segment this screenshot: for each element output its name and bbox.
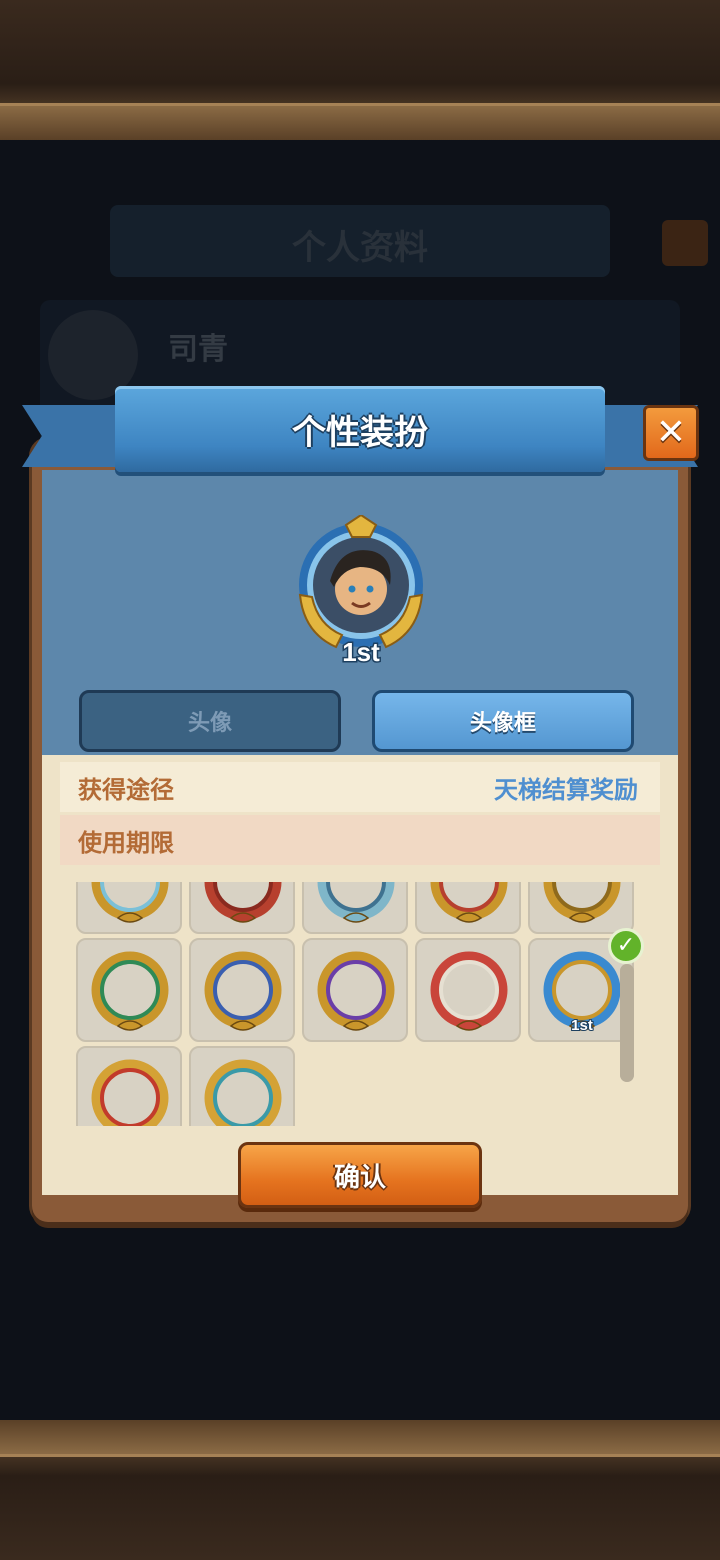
crown-icon	[344, 515, 378, 538]
background-title: 个人资料	[292, 228, 428, 268]
frame-ring-icon	[91, 882, 169, 923]
frame-item-frame-winged-gold[interactable]	[76, 882, 182, 934]
frame-item-frame-purple[interactable]	[302, 938, 408, 1042]
frame-badge-text: 1st	[571, 1017, 593, 1034]
background-close-icon	[662, 220, 708, 266]
frame-ring-icon	[430, 882, 508, 923]
dialog-title: 个性装扮	[292, 413, 428, 453]
selected-check-icon: ✓	[608, 928, 644, 964]
frame-item-frame-gold-plain[interactable]	[528, 882, 634, 934]
expire-label: 使用期限	[78, 828, 174, 857]
close-icon: ✕	[655, 412, 687, 453]
source-label: 获得途径	[78, 775, 174, 804]
background-player-name: 司青	[168, 332, 228, 367]
frame-ring-icon	[430, 951, 508, 1031]
confirm-button[interactable]: 确认	[238, 1142, 482, 1208]
frame-item-frame-ice[interactable]	[302, 882, 408, 934]
frame-grid[interactable]: 1st	[74, 882, 634, 1126]
frame-ring-icon	[317, 951, 395, 1031]
frame-item-frame-dragon[interactable]	[189, 1046, 295, 1126]
frame-ring-icon	[204, 951, 282, 1031]
frame-item-frame-red[interactable]	[189, 882, 295, 934]
frame-ring-icon	[543, 882, 621, 923]
avatar-preview: 1st	[298, 515, 424, 667]
source-row: 获得途径 天梯结算奖励	[60, 762, 660, 812]
frame-item-frame-blue[interactable]	[189, 938, 295, 1042]
wood-frame-bottom	[0, 1420, 720, 1560]
frame-ring-icon	[91, 951, 169, 1031]
close-button[interactable]: ✕	[643, 405, 699, 461]
rank-badge: 1st	[342, 637, 380, 667]
frame-ring-icon	[317, 882, 395, 923]
scrollbar-thumb[interactable]	[620, 964, 634, 1082]
tab-avatar-frame[interactable]: 头像框	[372, 690, 634, 752]
frame-item-frame-horned[interactable]	[415, 938, 521, 1042]
frame-ring-icon	[91, 1059, 169, 1126]
expire-row: 使用期限	[60, 815, 660, 865]
confirm-label: 确认	[333, 1162, 386, 1193]
tab-avatar-frame-label: 头像框	[469, 711, 536, 736]
frame-ring-icon	[204, 1059, 282, 1126]
wood-frame-top	[0, 0, 720, 140]
tab-avatar-label: 头像	[187, 711, 232, 736]
frame-item-frame-phoenix[interactable]	[76, 1046, 182, 1126]
tab-avatar[interactable]: 头像	[79, 690, 341, 752]
source-value: 天梯结算奖励	[494, 775, 638, 804]
frame-item-frame-green[interactable]	[76, 938, 182, 1042]
frame-item-frame-gold-red[interactable]	[415, 882, 521, 934]
frame-ring-icon	[204, 882, 282, 923]
